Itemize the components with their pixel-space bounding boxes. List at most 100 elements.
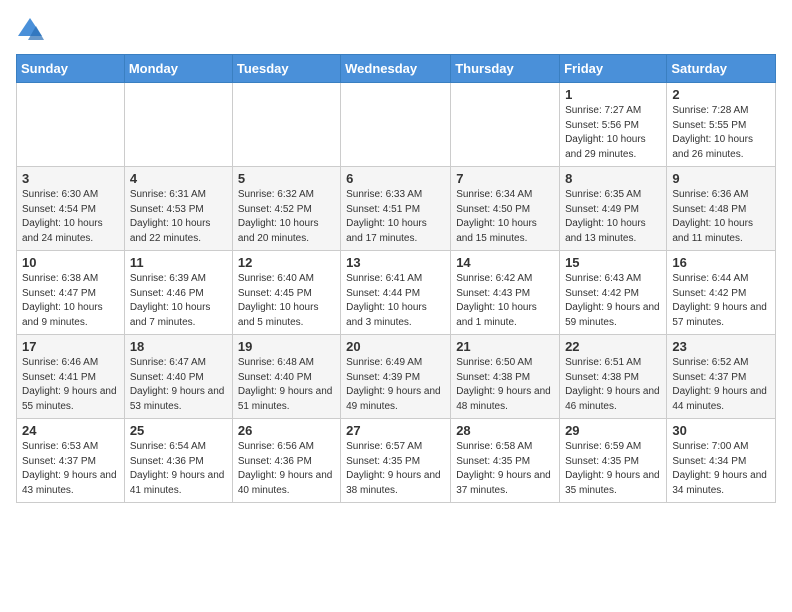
calendar-cell	[341, 83, 451, 167]
calendar-header-tuesday: Tuesday	[232, 55, 340, 83]
header	[16, 16, 776, 44]
day-number: 26	[238, 423, 335, 438]
day-info: Sunrise: 6:53 AM Sunset: 4:37 PM Dayligh…	[22, 440, 119, 498]
day-number: 14	[456, 255, 554, 270]
day-info: Sunrise: 6:43 AM Sunset: 4:42 PM Dayligh…	[565, 272, 661, 330]
calendar-cell: 24 Sunrise: 6:53 AM Sunset: 4:37 PM Dayli…	[17, 419, 125, 503]
calendar-cell: 19Sunrise: 6:48 AM Sunset: 4:40 PM Dayli…	[232, 335, 340, 419]
calendar-cell: 5 Sunrise: 6:32 AM Sunset: 4:52 PM Daylig…	[232, 167, 340, 251]
day-number: 11	[130, 255, 227, 270]
day-number: 10	[22, 255, 119, 270]
calendar-cell: 15 Sunrise: 6:43 AM Sunset: 4:42 PM Dayli…	[560, 251, 667, 335]
calendar-cell: 29 Sunrise: 6:59 AM Sunset: 4:35 PM Dayli…	[560, 419, 667, 503]
calendar-cell: 23Sunrise: 6:52 AM Sunset: 4:37 PM Dayli…	[667, 335, 776, 419]
calendar-cell: 30 Sunrise: 7:00 AM Sunset: 4:34 PM Dayli…	[667, 419, 776, 503]
logo-icon	[16, 16, 44, 44]
calendar-cell: 4 Sunrise: 6:31 AM Sunset: 4:53 PM Daylig…	[124, 167, 232, 251]
day-number: 23	[672, 339, 770, 354]
day-info: Sunrise: 6:44 AM Sunset: 4:42 PM Dayligh…	[672, 272, 770, 330]
calendar-header-thursday: Thursday	[451, 55, 560, 83]
day-info: Sunrise: 6:42 AM Sunset: 4:43 PM Dayligh…	[456, 272, 554, 330]
day-number: 22	[565, 339, 661, 354]
calendar-cell: 6Sunrise: 6:33 AM Sunset: 4:51 PM Daylig…	[341, 167, 451, 251]
calendar-cell: 28Sunrise: 6:58 AM Sunset: 4:35 PM Dayli…	[451, 419, 560, 503]
day-number: 20	[346, 339, 445, 354]
calendar-cell: 12 Sunrise: 6:40 AM Sunset: 4:45 PM Dayli…	[232, 251, 340, 335]
calendar-week-2: 3Sunrise: 6:30 AM Sunset: 4:54 PM Daylig…	[17, 167, 776, 251]
day-number: 4	[130, 171, 227, 186]
calendar-cell: 9 Sunrise: 6:36 AM Sunset: 4:48 PM Daylig…	[667, 167, 776, 251]
day-info: Sunrise: 6:49 AM Sunset: 4:39 PM Dayligh…	[346, 356, 445, 414]
calendar-cell	[124, 83, 232, 167]
calendar-cell	[232, 83, 340, 167]
day-info: Sunrise: 7:27 AM Sunset: 5:56 PM Dayligh…	[565, 104, 661, 162]
day-number: 3	[22, 171, 119, 186]
day-info: Sunrise: 6:47 AM Sunset: 4:40 PM Dayligh…	[130, 356, 227, 414]
calendar-cell: 20 Sunrise: 6:49 AM Sunset: 4:39 PM Dayli…	[341, 335, 451, 419]
day-number: 8	[565, 171, 661, 186]
calendar-cell: 10 Sunrise: 6:38 AM Sunset: 4:47 PM Dayli…	[17, 251, 125, 335]
day-info: Sunrise: 6:39 AM Sunset: 4:46 PM Dayligh…	[130, 272, 227, 330]
day-number: 9	[672, 171, 770, 186]
calendar-cell: 18 Sunrise: 6:47 AM Sunset: 4:40 PM Dayli…	[124, 335, 232, 419]
day-info: Sunrise: 6:54 AM Sunset: 4:36 PM Dayligh…	[130, 440, 227, 498]
calendar-cell	[451, 83, 560, 167]
day-info: Sunrise: 6:35 AM Sunset: 4:49 PM Dayligh…	[565, 188, 661, 246]
day-info: Sunrise: 7:00 AM Sunset: 4:34 PM Dayligh…	[672, 440, 770, 498]
calendar-header-saturday: Saturday	[667, 55, 776, 83]
calendar-cell: 11 Sunrise: 6:39 AM Sunset: 4:46 PM Dayli…	[124, 251, 232, 335]
day-number: 25	[130, 423, 227, 438]
day-number: 27	[346, 423, 445, 438]
day-info: Sunrise: 6:59 AM Sunset: 4:35 PM Dayligh…	[565, 440, 661, 498]
day-number: 24	[22, 423, 119, 438]
calendar-week-4: 17 Sunrise: 6:46 AM Sunset: 4:41 PM Dayli…	[17, 335, 776, 419]
calendar-cell	[17, 83, 125, 167]
day-number: 7	[456, 171, 554, 186]
day-number: 1	[565, 87, 661, 102]
calendar-cell: 2 Sunrise: 7:28 AM Sunset: 5:55 PM Daylig…	[667, 83, 776, 167]
day-number: 17	[22, 339, 119, 354]
logo	[16, 16, 48, 44]
calendar-cell: 26 Sunrise: 6:56 AM Sunset: 4:36 PM Dayli…	[232, 419, 340, 503]
day-info: Sunrise: 7:28 AM Sunset: 5:55 PM Dayligh…	[672, 104, 770, 162]
day-number: 16	[672, 255, 770, 270]
day-number: 13	[346, 255, 445, 270]
day-info: Sunrise: 6:34 AM Sunset: 4:50 PM Dayligh…	[456, 188, 554, 246]
calendar-header-friday: Friday	[560, 55, 667, 83]
day-info: Sunrise: 6:32 AM Sunset: 4:52 PM Dayligh…	[238, 188, 335, 246]
day-number: 12	[238, 255, 335, 270]
day-number: 5	[238, 171, 335, 186]
calendar-cell: 16 Sunrise: 6:44 AM Sunset: 4:42 PM Dayli…	[667, 251, 776, 335]
calendar-week-3: 10 Sunrise: 6:38 AM Sunset: 4:47 PM Dayli…	[17, 251, 776, 335]
calendar-header-monday: Monday	[124, 55, 232, 83]
day-info: Sunrise: 6:40 AM Sunset: 4:45 PM Dayligh…	[238, 272, 335, 330]
calendar-header-sunday: Sunday	[17, 55, 125, 83]
day-number: 18	[130, 339, 227, 354]
calendar-cell: 14 Sunrise: 6:42 AM Sunset: 4:43 PM Dayli…	[451, 251, 560, 335]
calendar-header-row: SundayMondayTuesdayWednesdayThursdayFrid…	[17, 55, 776, 83]
day-number: 28	[456, 423, 554, 438]
day-info: Sunrise: 6:50 AM Sunset: 4:38 PM Dayligh…	[456, 356, 554, 414]
calendar-cell: 3Sunrise: 6:30 AM Sunset: 4:54 PM Daylig…	[17, 167, 125, 251]
day-number: 30	[672, 423, 770, 438]
day-info: Sunrise: 6:46 AM Sunset: 4:41 PM Dayligh…	[22, 356, 119, 414]
calendar-week-5: 24 Sunrise: 6:53 AM Sunset: 4:37 PM Dayli…	[17, 419, 776, 503]
calendar-cell: 21 Sunrise: 6:50 AM Sunset: 4:38 PM Dayli…	[451, 335, 560, 419]
day-info: Sunrise: 6:31 AM Sunset: 4:53 PM Dayligh…	[130, 188, 227, 246]
day-info: Sunrise: 6:38 AM Sunset: 4:47 PM Dayligh…	[22, 272, 119, 330]
calendar-header-wednesday: Wednesday	[341, 55, 451, 83]
day-number: 19	[238, 339, 335, 354]
day-number: 15	[565, 255, 661, 270]
calendar-cell: 17 Sunrise: 6:46 AM Sunset: 4:41 PM Dayli…	[17, 335, 125, 419]
day-info: Sunrise: 6:51 AM Sunset: 4:38 PM Dayligh…	[565, 356, 661, 414]
calendar-cell: 27Sunrise: 6:57 AM Sunset: 4:35 PM Dayli…	[341, 419, 451, 503]
day-number: 29	[565, 423, 661, 438]
day-number: 2	[672, 87, 770, 102]
page: SundayMondayTuesdayWednesdayThursdayFrid…	[0, 0, 792, 513]
calendar-cell: 25 Sunrise: 6:54 AM Sunset: 4:36 PM Dayli…	[124, 419, 232, 503]
day-info: Sunrise: 6:56 AM Sunset: 4:36 PM Dayligh…	[238, 440, 335, 498]
day-number: 21	[456, 339, 554, 354]
calendar-cell: 1 Sunrise: 7:27 AM Sunset: 5:56 PM Daylig…	[560, 83, 667, 167]
calendar-cell: 8 Sunrise: 6:35 AM Sunset: 4:49 PM Daylig…	[560, 167, 667, 251]
day-info: Sunrise: 6:36 AM Sunset: 4:48 PM Dayligh…	[672, 188, 770, 246]
